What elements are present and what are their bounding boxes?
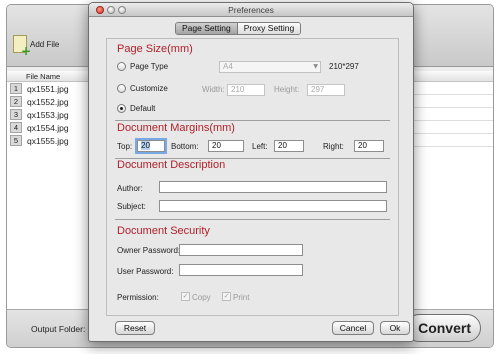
print-checkbox[interactable]: ✓ bbox=[222, 292, 231, 301]
user-password-label: User Password: bbox=[117, 267, 174, 276]
tab-bar: Page Setting Proxy Setting bbox=[175, 22, 302, 35]
right-margin-field[interactable]: 20 bbox=[354, 140, 384, 152]
file-row[interactable]: 3 qx1553.jpg bbox=[7, 108, 94, 121]
permission-label: Permission: bbox=[117, 293, 159, 302]
default-radio[interactable] bbox=[117, 104, 126, 113]
file-row[interactable]: 4 qx1554.jpg bbox=[7, 121, 94, 134]
document-security-heading: Document Security bbox=[117, 225, 210, 237]
details-row bbox=[406, 82, 493, 95]
right-margin-label: Right: bbox=[323, 142, 344, 151]
file-row-name: qx1551.jpg bbox=[27, 83, 69, 94]
subject-field[interactable] bbox=[159, 200, 387, 212]
file-list-header[interactable]: File Name bbox=[7, 71, 94, 82]
file-row-number: 4 bbox=[10, 122, 22, 133]
details-row bbox=[406, 134, 493, 147]
width-label: Width: bbox=[202, 85, 225, 94]
convert-button[interactable]: Convert bbox=[405, 314, 481, 342]
top-margin-value: 20 bbox=[141, 141, 150, 150]
height-label: Height: bbox=[274, 85, 300, 94]
file-row[interactable]: 2 qx1552.jpg bbox=[7, 95, 94, 108]
divider bbox=[115, 219, 390, 220]
bottom-margin-label: Bottom: bbox=[171, 142, 199, 151]
left-margin-field[interactable]: 20 bbox=[274, 140, 304, 152]
file-row-name: qx1554.jpg bbox=[27, 122, 69, 133]
page-type-dims: 210*297 bbox=[329, 62, 359, 71]
file-row-number: 2 bbox=[10, 96, 22, 107]
file-row-name: qx1555.jpg bbox=[27, 135, 69, 146]
customize-radio[interactable] bbox=[117, 84, 126, 93]
dialog-title: Preferences bbox=[228, 5, 274, 15]
document-margins-heading: Document Margins(mm) bbox=[117, 122, 235, 134]
chevron-down-icon: ▼ bbox=[313, 63, 318, 70]
details-row bbox=[406, 95, 493, 108]
file-row-number: 1 bbox=[10, 83, 22, 94]
file-details-panel bbox=[405, 71, 493, 311]
details-row bbox=[406, 108, 493, 121]
cancel-button[interactable]: Cancel bbox=[332, 321, 374, 335]
page-size-heading: Page Size(mm) bbox=[117, 43, 193, 55]
close-icon[interactable] bbox=[96, 6, 104, 14]
page-type-select[interactable]: A4 ▼ bbox=[219, 61, 321, 73]
owner-password-label: Owner Password: bbox=[117, 246, 181, 255]
tab-page-setting[interactable]: Page Setting bbox=[176, 23, 238, 34]
file-row[interactable]: 5 qx1555.jpg bbox=[7, 134, 94, 147]
left-margin-label: Left: bbox=[252, 142, 268, 151]
author-label: Author: bbox=[117, 184, 143, 193]
window-controls bbox=[96, 6, 126, 14]
add-file-label: Add File bbox=[30, 39, 60, 49]
tab-proxy-setting[interactable]: Proxy Setting bbox=[237, 23, 301, 34]
zoom-icon[interactable] bbox=[118, 6, 126, 14]
owner-password-field[interactable] bbox=[179, 244, 303, 256]
add-file-button[interactable]: Add File bbox=[13, 35, 60, 58]
height-field[interactable]: 297 bbox=[307, 84, 345, 96]
page-type-label: Page Type bbox=[130, 62, 169, 71]
user-password-field[interactable] bbox=[179, 264, 303, 276]
top-margin-field[interactable]: 20 bbox=[135, 138, 167, 154]
file-row-number: 3 bbox=[10, 109, 22, 120]
top-margin-label: Top: bbox=[117, 142, 133, 151]
output-folder-label: Output Folder: bbox=[31, 324, 86, 334]
add-file-icon bbox=[13, 35, 31, 58]
details-header bbox=[406, 71, 493, 82]
bottom-margin-field[interactable]: 20 bbox=[208, 140, 244, 152]
subject-label: Subject: bbox=[117, 202, 146, 211]
document-description-heading: Document Description bbox=[117, 159, 226, 171]
page-type-value: A4 bbox=[223, 62, 233, 71]
file-row-name: qx1553.jpg bbox=[27, 109, 69, 120]
details-row bbox=[406, 121, 493, 134]
copy-checkbox[interactable]: ✓ bbox=[181, 292, 190, 301]
author-field[interactable] bbox=[159, 181, 387, 193]
preferences-dialog: Preferences Page Setting Proxy Setting P… bbox=[88, 2, 414, 342]
print-label: Print bbox=[233, 293, 250, 302]
copy-label: Copy bbox=[192, 293, 211, 302]
reset-button[interactable]: Reset bbox=[115, 321, 155, 335]
dialog-titlebar[interactable]: Preferences bbox=[89, 3, 413, 17]
customize-label: Customize bbox=[130, 84, 168, 93]
minimize-icon[interactable] bbox=[107, 6, 115, 14]
file-row-name: qx1552.jpg bbox=[27, 96, 69, 107]
width-field[interactable]: 210 bbox=[227, 84, 265, 96]
page-setting-panel: Page Size(mm) Page Type A4 ▼ 210*297 Cus… bbox=[106, 38, 399, 316]
file-row[interactable]: 1 qx1551.jpg bbox=[7, 82, 94, 95]
ok-button[interactable]: Ok bbox=[380, 321, 410, 335]
file-list: File Name 1 qx1551.jpg 2 qx1552.jpg 3 qx… bbox=[7, 71, 95, 311]
file-row-number: 5 bbox=[10, 135, 22, 146]
divider bbox=[115, 120, 390, 121]
page-type-radio[interactable] bbox=[117, 62, 126, 71]
default-label: Default bbox=[130, 104, 156, 113]
